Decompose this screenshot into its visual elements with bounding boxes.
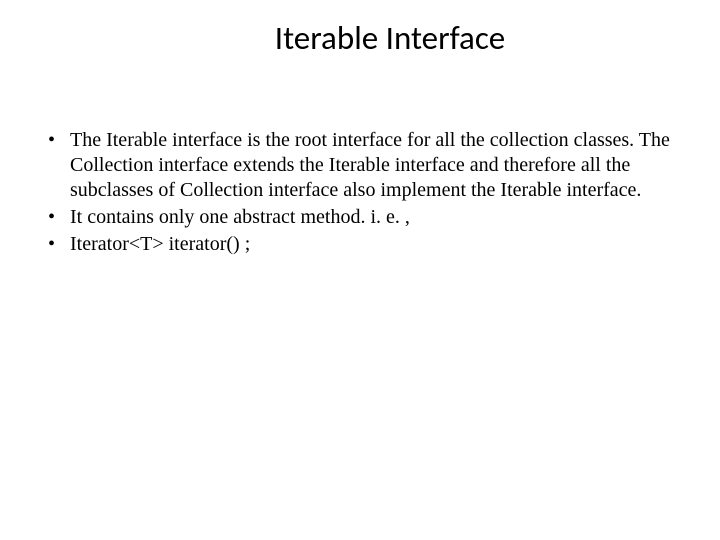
slide-title: Iterable Interface [90,18,690,58]
slide-content: The Iterable interface is the root inter… [30,128,690,257]
list-item: It contains only one abstract method. i.… [40,205,690,230]
slide-container: Iterable Interface The Iterable interfac… [0,0,720,540]
list-item: Iterator<T> iterator() ; [40,232,690,257]
list-item: The Iterable interface is the root inter… [40,128,690,203]
bullet-list: The Iterable interface is the root inter… [40,128,690,257]
